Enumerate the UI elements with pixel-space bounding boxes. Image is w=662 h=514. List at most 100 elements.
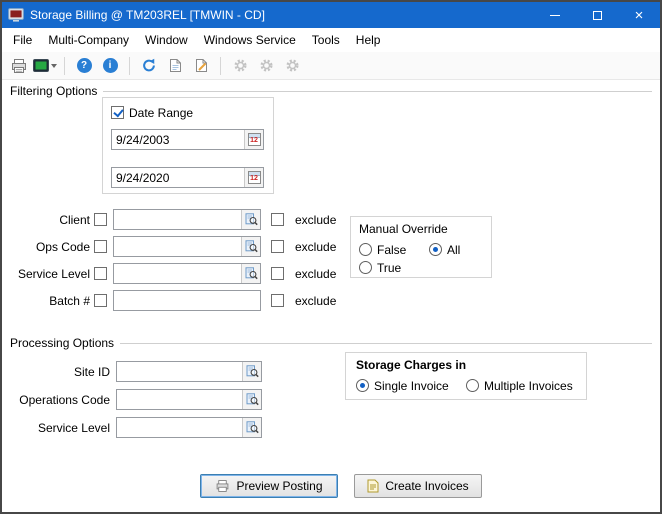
ops-code-lookup-button[interactable] bbox=[241, 237, 260, 256]
client-input[interactable] bbox=[114, 210, 241, 229]
menu-item-help[interactable]: Help bbox=[348, 30, 389, 50]
date-to-input[interactable] bbox=[112, 168, 244, 187]
app-icon[interactable] bbox=[8, 8, 24, 23]
client-exclude-label[interactable]: exclude bbox=[295, 213, 336, 227]
storage-charges-title: Storage Charges in bbox=[356, 358, 466, 372]
manual-override-all-radio[interactable]: All bbox=[429, 242, 460, 257]
radio-icon bbox=[359, 243, 372, 256]
site-id-label: Site ID bbox=[2, 365, 110, 379]
site-id-row: Site ID bbox=[2, 361, 262, 382]
processing-service-level-input[interactable] bbox=[117, 418, 242, 437]
site-id-input[interactable] bbox=[117, 362, 242, 381]
menu-item-tools[interactable]: Tools bbox=[304, 30, 348, 50]
calendar-icon bbox=[248, 171, 261, 184]
print-icon bbox=[10, 58, 28, 74]
menu-item-window[interactable]: Window bbox=[137, 30, 196, 50]
ops-code-checkbox[interactable] bbox=[94, 240, 107, 253]
radio-icon bbox=[356, 379, 369, 392]
printer-icon bbox=[215, 479, 230, 493]
ops-code-field bbox=[113, 236, 261, 257]
minimize-button[interactable] bbox=[534, 2, 576, 28]
radio-icon bbox=[466, 379, 479, 392]
menu-item-file[interactable]: File bbox=[5, 30, 40, 50]
print-button[interactable] bbox=[7, 55, 31, 77]
operations-code-input[interactable] bbox=[117, 390, 242, 409]
batch-field bbox=[113, 290, 261, 311]
help-icon: ? bbox=[77, 58, 92, 73]
client-exclude-checkbox[interactable] bbox=[271, 213, 284, 226]
radio-label-true: True bbox=[377, 261, 401, 275]
multiple-invoices-radio[interactable]: Multiple Invoices bbox=[466, 378, 573, 393]
batch-exclude-checkbox[interactable] bbox=[271, 294, 284, 307]
operations-code-row: Operations Code bbox=[2, 389, 262, 410]
processing-service-level-lookup-button[interactable] bbox=[242, 418, 261, 437]
date-from-input[interactable] bbox=[112, 130, 244, 149]
service-level-input[interactable] bbox=[114, 264, 241, 283]
gear-icon bbox=[285, 58, 300, 73]
ops-code-exclude-label[interactable]: exclude bbox=[295, 240, 336, 254]
help-button[interactable]: ? bbox=[72, 55, 96, 77]
batch-input[interactable] bbox=[114, 291, 260, 310]
service-level-exclude-checkbox[interactable] bbox=[271, 267, 284, 280]
close-button[interactable]: × bbox=[618, 2, 660, 28]
checkbox-icon bbox=[111, 106, 124, 119]
ops-code-input[interactable] bbox=[114, 237, 241, 256]
ops-code-filter-row: Ops Code exclude bbox=[2, 236, 336, 257]
client-lookup-button[interactable] bbox=[241, 210, 260, 229]
invoice-icon bbox=[367, 479, 379, 493]
batch-label: Batch # bbox=[2, 294, 90, 308]
radio-label-false: False bbox=[377, 243, 406, 257]
operations-code-lookup-button[interactable] bbox=[242, 390, 261, 409]
title-bar: Storage Billing @ TM203REL [TMWIN - CD] … bbox=[2, 2, 660, 28]
processing-service-level-row: Service Level bbox=[2, 417, 262, 438]
create-invoices-label: Create Invoices bbox=[385, 479, 468, 493]
radio-label-all: All bbox=[447, 243, 460, 257]
date-to-field bbox=[111, 167, 264, 188]
batch-exclude-label[interactable]: exclude bbox=[295, 294, 336, 308]
radio-label-single-invoice: Single Invoice bbox=[374, 379, 449, 393]
storage-charges-group: Storage Charges in Single Invoice Multip… bbox=[345, 352, 587, 400]
date-from-field bbox=[111, 129, 264, 150]
create-invoices-button[interactable]: Create Invoices bbox=[354, 474, 482, 498]
radio-icon bbox=[429, 243, 442, 256]
manual-override-true-radio[interactable]: True bbox=[359, 260, 401, 275]
date-range-panel: Date Range bbox=[102, 97, 274, 194]
info-icon: i bbox=[103, 58, 118, 73]
service-level-exclude-label[interactable]: exclude bbox=[295, 267, 336, 281]
toolbar-separator bbox=[220, 57, 221, 75]
single-invoice-radio[interactable]: Single Invoice bbox=[356, 378, 449, 393]
console-split-button[interactable] bbox=[33, 55, 57, 77]
ops-code-exclude-checkbox[interactable] bbox=[271, 240, 284, 253]
date-to-calendar-button[interactable] bbox=[244, 168, 263, 187]
site-id-lookup-button[interactable] bbox=[242, 362, 261, 381]
gear-button-1 bbox=[228, 55, 252, 77]
document-button[interactable] bbox=[163, 55, 187, 77]
processing-service-level-label: Service Level bbox=[2, 421, 110, 435]
service-level-field bbox=[113, 263, 261, 284]
gear-button-2 bbox=[254, 55, 278, 77]
batch-checkbox[interactable] bbox=[94, 294, 107, 307]
manual-override-false-radio[interactable]: False bbox=[359, 242, 406, 257]
operations-code-label: Operations Code bbox=[2, 393, 110, 407]
lookup-icon bbox=[246, 393, 259, 406]
preview-posting-button[interactable]: Preview Posting bbox=[200, 474, 338, 498]
menu-item-windows-service[interactable]: Windows Service bbox=[196, 30, 304, 50]
form-body: Filtering Options Date Range Client bbox=[2, 80, 660, 512]
service-level-checkbox[interactable] bbox=[94, 267, 107, 280]
lookup-icon bbox=[245, 213, 258, 226]
site-id-field bbox=[116, 361, 262, 382]
info-button[interactable]: i bbox=[98, 55, 122, 77]
date-from-calendar-button[interactable] bbox=[244, 130, 263, 149]
service-level-lookup-button[interactable] bbox=[241, 264, 260, 283]
lookup-icon bbox=[246, 421, 259, 434]
menu-item-multi-company[interactable]: Multi-Company bbox=[40, 30, 137, 50]
terminal-icon bbox=[33, 59, 49, 72]
client-checkbox[interactable] bbox=[94, 213, 107, 226]
service-level-label: Service Level bbox=[2, 267, 90, 281]
maximize-button[interactable] bbox=[576, 2, 618, 28]
date-range-checkbox[interactable]: Date Range bbox=[111, 105, 193, 120]
edit-document-button[interactable] bbox=[189, 55, 213, 77]
close-icon: × bbox=[635, 8, 644, 23]
refresh-button[interactable] bbox=[137, 55, 161, 77]
lookup-icon bbox=[245, 267, 258, 280]
